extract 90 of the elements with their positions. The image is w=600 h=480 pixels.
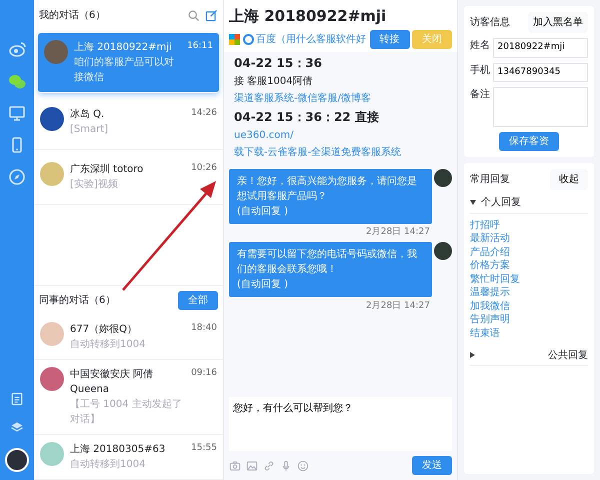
avatar xyxy=(40,322,64,346)
text-field[interactable]: 20180922#mji xyxy=(492,38,588,58)
list-heading: 同事的对话（6） xyxy=(39,294,116,308)
collapse-button[interactable]: 收起 xyxy=(550,169,588,190)
quick-reply-link[interactable]: 加我微信 xyxy=(470,300,588,313)
quick-reply-link[interactable]: 最新活动 xyxy=(470,232,588,246)
compose-icon[interactable] xyxy=(205,9,218,22)
quick-reply-link[interactable]: 繁忙时回复 xyxy=(470,272,588,286)
system-message: 04-22 15：36 xyxy=(234,55,323,72)
avatar xyxy=(40,367,64,391)
avatar xyxy=(44,40,68,64)
link-text[interactable]: 渠道客服系统-微信客服/微博客 xyxy=(234,91,447,106)
camera-icon[interactable] xyxy=(229,460,241,472)
emoji-icon[interactable] xyxy=(297,460,309,472)
chat-icon[interactable] xyxy=(8,72,26,90)
list-heading: 我的对话（6） xyxy=(39,8,106,23)
browser-icon xyxy=(242,34,254,45)
layers-icon[interactable] xyxy=(10,420,24,434)
windows-logo-icon xyxy=(229,34,240,45)
avatar xyxy=(40,162,64,186)
quick-reply-link[interactable]: 结束语 xyxy=(470,326,588,340)
message-time: 2月28日 14:27 xyxy=(365,300,430,312)
message-time: 14:26 xyxy=(191,107,217,120)
chat-title: 上海 20180922#mji xyxy=(229,6,388,27)
contact-name: 677（妳很Q） xyxy=(70,323,138,337)
message-time: 18:40 xyxy=(191,322,217,335)
message-time: 16:11 xyxy=(187,40,213,53)
avatar xyxy=(434,242,452,260)
user-avatar[interactable] xyxy=(5,448,29,472)
conversation-item[interactable]: 677（妳很Q） 自动转移到1004 18:40 xyxy=(34,315,223,360)
field-label: 手机 xyxy=(470,64,490,78)
conversation-item[interactable]: 中国安徽安庆 阿倩Queena 【工号 1004 主动发起了对话】 09:16 xyxy=(34,360,223,435)
message-preview: 自动转移到1004 xyxy=(70,458,146,472)
group-label: 公共回复 xyxy=(548,348,588,362)
blacklist-button[interactable]: 加入黑名单 xyxy=(528,12,588,33)
message-preview: 【工号 1004 主动发起了对话】 xyxy=(70,398,183,427)
quick-reply-link[interactable]: 温馨提示 xyxy=(470,286,588,300)
send-button[interactable]: 发送 xyxy=(412,456,452,475)
message-time: 2月28日 14:27 xyxy=(365,226,430,239)
panel-title: 访客信息 xyxy=(470,16,510,30)
avatar xyxy=(40,442,64,466)
source-text: 百度（用什么客服软件好 xyxy=(256,32,367,47)
note-icon[interactable] xyxy=(10,392,24,406)
link-text[interactable]: 载下载-云雀客服-全渠道免费客服系统 xyxy=(234,145,447,160)
message-bubble: 亲！您好，很高兴能为您服务，请问您是想试用客服产品吗？ (自动回复 ) xyxy=(229,168,432,224)
field-label: 姓名 xyxy=(470,39,490,53)
quick-reply-link[interactable]: 价格方案 xyxy=(470,259,588,272)
conversation-item[interactable]: 上海 20180922#mji 咱们的客服产品可以对接微信 16:11 xyxy=(38,33,219,93)
conversation-item[interactable]: 上海 20180305#63 自动转移到1004 15:55 xyxy=(34,435,223,480)
image-icon[interactable] xyxy=(246,460,258,472)
message-preview: [Smart] xyxy=(70,123,110,137)
message-time: 09:16 xyxy=(191,367,217,380)
link-icon[interactable] xyxy=(263,460,275,472)
monitor-icon[interactable] xyxy=(8,104,26,122)
avatar xyxy=(434,168,452,186)
search-icon[interactable] xyxy=(187,9,200,22)
system-message: 接 客服1004阿倩 xyxy=(234,74,314,89)
message-bubble: 有需要可以留下您的电话号码或微信，我们的客服会联系您哦！ (自动回复 ) xyxy=(229,242,432,297)
group-header[interactable]: 公共回复 xyxy=(470,345,588,366)
system-message: 04-22 15：36：22 直接 xyxy=(234,109,380,126)
panel-title: 常用回复 xyxy=(470,172,510,187)
message-input[interactable]: 您好，有什么可以帮到您？ xyxy=(229,397,452,451)
message-preview: 咱们的客服产品可以对接微信 xyxy=(74,56,175,85)
contact-name: 冰岛 Q. xyxy=(70,108,106,122)
message-preview: 自动转移到1004 xyxy=(70,338,146,352)
text-field[interactable]: 13467890345 xyxy=(492,62,588,82)
contact-name: 上海 20180922#mji xyxy=(74,40,173,55)
all-button[interactable]: 全部 xyxy=(178,291,218,310)
contact-name: 广东深圳 totoro xyxy=(70,162,144,177)
weibo-icon[interactable] xyxy=(8,40,26,58)
microphone-icon[interactable] xyxy=(280,460,292,472)
chat-button[interactable]: 转接 xyxy=(370,30,410,49)
message-preview: [实验]视频 xyxy=(70,178,119,192)
group-header[interactable]: 个人回复 xyxy=(470,192,588,214)
compass-icon[interactable] xyxy=(8,168,26,186)
quick-reply-link[interactable]: 打招呼 xyxy=(470,218,588,232)
contact-name: 中国安徽安庆 阿倩Queena xyxy=(70,368,154,397)
message-time: 15:55 xyxy=(191,442,217,455)
link-text[interactable]: ue360.com/ xyxy=(234,128,447,143)
group-label: 个人回复 xyxy=(481,196,521,210)
quick-reply-link[interactable]: 告别声明 xyxy=(470,313,588,326)
notes-field[interactable] xyxy=(492,87,588,127)
caret-icon xyxy=(470,200,476,205)
save-button[interactable]: 保存客资 xyxy=(499,132,559,151)
contact-name: 上海 20180305#63 xyxy=(70,442,166,457)
conversation-item[interactable]: 冰岛 Q. [Smart] 14:26 xyxy=(34,95,223,150)
avatar xyxy=(40,107,64,131)
field-label: 备注 xyxy=(470,88,490,102)
quick-reply-link[interactable]: 产品介绍 xyxy=(470,246,588,259)
message-time: 10:26 xyxy=(191,162,217,175)
